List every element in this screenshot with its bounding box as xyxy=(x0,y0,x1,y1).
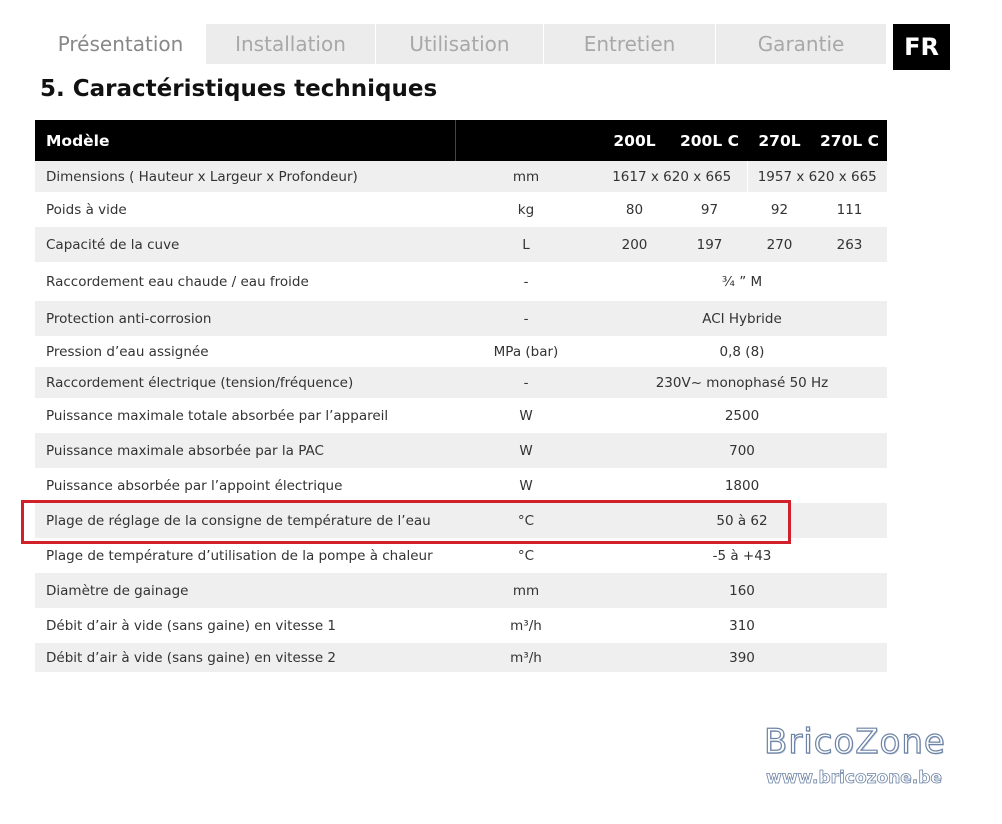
row-unit: mm xyxy=(455,161,597,192)
row-value: 50 à 62 xyxy=(597,503,887,538)
row-value: 111 xyxy=(812,192,887,227)
row-label: Capacité de la cuve xyxy=(35,227,455,262)
row-value: 92 xyxy=(747,192,812,227)
spec-table: Modèle 200L 200L C 270L 270L C Dimension… xyxy=(35,120,887,672)
tab-entretien[interactable]: Entretien xyxy=(544,24,716,64)
row-label: Dimensions ( Hauteur x Largeur x Profond… xyxy=(35,161,455,192)
table-row: Puissance maximale absorbée par la PAC W… xyxy=(35,433,887,468)
row-value: 230V~ monophasé 50 Hz xyxy=(597,367,887,398)
row-label: Plage de réglage de la consigne de tempé… xyxy=(35,503,455,538)
header-model: Modèle xyxy=(35,120,456,161)
row-label: Poids à vide xyxy=(35,192,455,227)
table-row: Poids à vide kg 80 97 92 111 xyxy=(35,192,887,227)
row-value: 390 xyxy=(597,643,887,672)
row-value: 700 xyxy=(597,433,887,468)
row-label: Puissance absorbée par l’appoint électri… xyxy=(35,468,455,503)
row-unit: m³/h xyxy=(455,608,597,643)
row-label: Puissance maximale totale absorbée par l… xyxy=(35,398,455,433)
row-value: ¾ ” M xyxy=(597,262,887,301)
header-model-200l: 200L xyxy=(597,120,672,161)
tab-utilisation[interactable]: Utilisation xyxy=(376,24,544,64)
row-value: 0,8 (8) xyxy=(597,336,887,367)
row-unit: °C xyxy=(455,538,597,573)
row-unit: m³/h xyxy=(455,643,597,672)
row-value: -5 à +43 xyxy=(597,538,887,573)
row-value: 263 xyxy=(812,227,887,262)
header-unit xyxy=(455,120,597,161)
header-model-200lc: 200L C xyxy=(672,120,747,161)
row-label: Pression d’eau assignée xyxy=(35,336,455,367)
row-value: 97 xyxy=(672,192,747,227)
row-label: Protection anti-corrosion xyxy=(35,301,455,336)
row-value: 197 xyxy=(672,227,747,262)
row-label: Puissance maximale absorbée par la PAC xyxy=(35,433,455,468)
table-row: Pression d’eau assignée MPa (bar) 0,8 (8… xyxy=(35,336,887,367)
row-label: Diamètre de gainage xyxy=(35,573,455,608)
table-row: Débit d’air à vide (sans gaine) en vites… xyxy=(35,643,887,672)
row-value: 160 xyxy=(597,573,887,608)
table-header-row: Modèle 200L 200L C 270L 270L C xyxy=(35,120,887,161)
table-row: Puissance maximale totale absorbée par l… xyxy=(35,398,887,433)
row-value: ACI Hybride xyxy=(597,301,887,336)
table-row: Débit d’air à vide (sans gaine) en vites… xyxy=(35,608,887,643)
row-unit: - xyxy=(455,367,597,398)
row-label: Débit d’air à vide (sans gaine) en vites… xyxy=(35,643,455,672)
row-value: 2500 xyxy=(597,398,887,433)
table-row: Dimensions ( Hauteur x Largeur x Profond… xyxy=(35,161,887,192)
row-unit: W xyxy=(455,398,597,433)
section-title: 5. Caractéristiques techniques xyxy=(40,76,438,102)
row-label: Débit d’air à vide (sans gaine) en vites… xyxy=(35,608,455,643)
row-unit: - xyxy=(455,301,597,336)
tab-garantie[interactable]: Garantie xyxy=(716,24,887,64)
language-badge[interactable]: FR xyxy=(893,24,950,70)
watermark-logo: BricoZone xyxy=(763,721,946,762)
row-value: 1617 x 620 x 665 xyxy=(597,161,747,192)
row-unit: MPa (bar) xyxy=(455,336,597,367)
row-unit: °C xyxy=(455,503,597,538)
table-row: Protection anti-corrosion - ACI Hybride xyxy=(35,301,887,336)
row-unit: W xyxy=(455,468,597,503)
row-value: 1957 x 620 x 665 xyxy=(746,161,887,192)
row-value: 200 xyxy=(597,227,672,262)
table-row: Puissance absorbée par l’appoint électri… xyxy=(35,468,887,503)
row-unit: W xyxy=(455,433,597,468)
header-model-270l: 270L xyxy=(747,120,812,161)
row-label: Plage de température d’utilisation de la… xyxy=(35,538,455,573)
table-row: Plage de température d’utilisation de la… xyxy=(35,538,887,573)
header-model-270lc: 270L C xyxy=(812,120,887,161)
tab-presentation[interactable]: Présentation xyxy=(36,24,206,64)
row-unit: - xyxy=(455,262,597,301)
row-value: 80 xyxy=(597,192,672,227)
tab-installation[interactable]: Installation xyxy=(206,24,376,64)
row-unit: kg xyxy=(455,192,597,227)
row-value: 270 xyxy=(747,227,812,262)
tab-bar: Présentation Installation Utilisation En… xyxy=(36,24,887,64)
row-label: Raccordement électrique (tension/fréquen… xyxy=(35,367,455,398)
row-label: Raccordement eau chaude / eau froide xyxy=(35,262,455,301)
table-row: Diamètre de gainage mm 160 xyxy=(35,573,887,608)
table-row: Raccordement eau chaude / eau froide - ¾… xyxy=(35,262,887,301)
table-row: Raccordement électrique (tension/fréquen… xyxy=(35,367,887,398)
table-row: Capacité de la cuve L 200 197 270 263 xyxy=(35,227,887,262)
row-value: 1800 xyxy=(597,468,887,503)
row-unit: L xyxy=(455,227,597,262)
row-value: 310 xyxy=(597,608,887,643)
table-row-highlighted: Plage de réglage de la consigne de tempé… xyxy=(35,503,887,538)
watermark-url: www.bricozone.be xyxy=(766,768,943,789)
row-unit: mm xyxy=(455,573,597,608)
